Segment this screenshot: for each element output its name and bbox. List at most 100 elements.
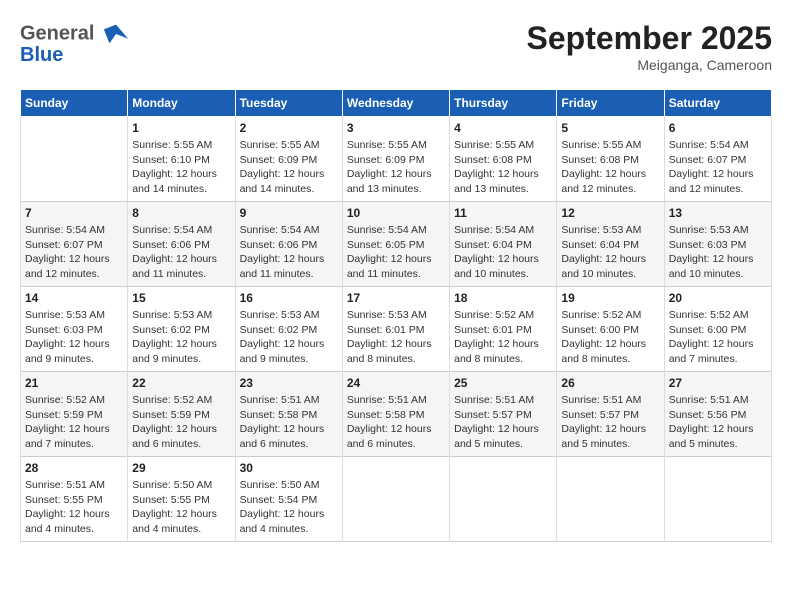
week-row-2: 7 Sunrise: 5:54 AM Sunset: 6:07 PM Daylig… [21, 202, 772, 287]
col-header-sunday: Sunday [21, 90, 128, 117]
day-info: Sunrise: 5:55 AM Sunset: 6:08 PM Dayligh… [454, 138, 552, 197]
week-row-1: 1 Sunrise: 5:55 AM Sunset: 6:10 PM Daylig… [21, 117, 772, 202]
calendar-cell: 7 Sunrise: 5:54 AM Sunset: 6:07 PM Daylig… [21, 202, 128, 287]
day-number: 24 [347, 376, 445, 390]
day-info: Sunrise: 5:51 AM Sunset: 5:58 PM Dayligh… [240, 393, 338, 452]
col-header-monday: Monday [128, 90, 235, 117]
day-number: 23 [240, 376, 338, 390]
calendar-cell: 1 Sunrise: 5:55 AM Sunset: 6:10 PM Daylig… [128, 117, 235, 202]
calendar-cell: 16Sunrise: 5:53 AM Sunset: 6:02 PM Dayli… [235, 287, 342, 372]
calendar-cell: 28 Sunrise: 5:51 AM Sunset: 5:55 PM Dayli… [21, 457, 128, 542]
calendar-cell: 23 Sunrise: 5:51 AM Sunset: 5:58 PM Dayli… [235, 372, 342, 457]
day-info: Sunrise: 5:52 AM Sunset: 6:00 PM Dayligh… [669, 308, 767, 367]
calendar-cell: 17Sunrise: 5:53 AM Sunset: 6:01 PM Dayli… [342, 287, 449, 372]
calendar-cell: 21 Sunrise: 5:52 AM Sunset: 5:59 PM Dayli… [21, 372, 128, 457]
day-info: Sunrise: 5:51 AM Sunset: 5:58 PM Dayligh… [347, 393, 445, 452]
day-number: 16 [240, 291, 338, 305]
day-number: 12 [561, 206, 659, 220]
day-number: 5 [561, 121, 659, 135]
location-subtitle: Meiganga, Cameroon [527, 57, 772, 73]
day-info: Sunrise: 5:52 AM Sunset: 6:00 PM Dayligh… [561, 308, 659, 367]
calendar-cell: 15Sunrise: 5:53 AM Sunset: 6:02 PM Dayli… [128, 287, 235, 372]
day-info: Sunrise: 5:53 AM Sunset: 6:03 PM Dayligh… [25, 308, 123, 367]
day-number: 18 [454, 291, 552, 305]
calendar-cell: 14 Sunrise: 5:53 AM Sunset: 6:03 PM Dayli… [21, 287, 128, 372]
day-info: Sunrise: 5:55 AM Sunset: 6:09 PM Dayligh… [240, 138, 338, 197]
day-info: Sunrise: 5:53 AM Sunset: 6:04 PM Dayligh… [561, 223, 659, 282]
month-title: September 2025 [527, 20, 772, 57]
logo-general: General [20, 22, 94, 44]
day-number: 4 [454, 121, 552, 135]
day-info: Sunrise: 5:51 AM Sunset: 5:57 PM Dayligh… [454, 393, 552, 452]
col-header-friday: Friday [557, 90, 664, 117]
day-info: Sunrise: 5:51 AM Sunset: 5:55 PM Dayligh… [25, 478, 123, 537]
calendar-cell: 5 Sunrise: 5:55 AM Sunset: 6:08 PM Daylig… [557, 117, 664, 202]
day-info: Sunrise: 5:51 AM Sunset: 5:56 PM Dayligh… [669, 393, 767, 452]
day-info: Sunrise: 5:55 AM Sunset: 6:09 PM Dayligh… [347, 138, 445, 197]
calendar-cell: 20 Sunrise: 5:52 AM Sunset: 6:00 PM Dayli… [664, 287, 771, 372]
calendar-cell: 29 Sunrise: 5:50 AM Sunset: 5:55 PM Dayli… [128, 457, 235, 542]
calendar-cell: 26Sunrise: 5:51 AM Sunset: 5:57 PM Dayli… [557, 372, 664, 457]
day-number: 10 [347, 206, 445, 220]
calendar-cell: 8 Sunrise: 5:54 AM Sunset: 6:06 PM Daylig… [128, 202, 235, 287]
calendar-cell: 10Sunrise: 5:54 AM Sunset: 6:05 PM Dayli… [342, 202, 449, 287]
day-info: Sunrise: 5:55 AM Sunset: 6:10 PM Dayligh… [132, 138, 230, 197]
day-number: 17 [347, 291, 445, 305]
calendar-cell: 19 Sunrise: 5:52 AM Sunset: 6:00 PM Dayli… [557, 287, 664, 372]
calendar-cell [21, 117, 128, 202]
day-number: 27 [669, 376, 767, 390]
day-info: Sunrise: 5:55 AM Sunset: 6:08 PM Dayligh… [561, 138, 659, 197]
day-number: 6 [669, 121, 767, 135]
col-header-tuesday: Tuesday [235, 90, 342, 117]
week-row-4: 21 Sunrise: 5:52 AM Sunset: 5:59 PM Dayli… [21, 372, 772, 457]
day-info: Sunrise: 5:50 AM Sunset: 5:54 PM Dayligh… [240, 478, 338, 537]
calendar-cell: 27 Sunrise: 5:51 AM Sunset: 5:56 PM Dayli… [664, 372, 771, 457]
calendar-cell: 30Sunrise: 5:50 AM Sunset: 5:54 PM Dayli… [235, 457, 342, 542]
week-row-3: 14 Sunrise: 5:53 AM Sunset: 6:03 PM Dayli… [21, 287, 772, 372]
day-info: Sunrise: 5:52 AM Sunset: 5:59 PM Dayligh… [132, 393, 230, 452]
calendar-cell [450, 457, 557, 542]
calendar-cell: 12 Sunrise: 5:53 AM Sunset: 6:04 PM Dayli… [557, 202, 664, 287]
page-header: General Blue September 2025 Meiganga, Ca… [20, 20, 772, 73]
day-number: 21 [25, 376, 123, 390]
day-number: 1 [132, 121, 230, 135]
day-info: Sunrise: 5:54 AM Sunset: 6:06 PM Dayligh… [132, 223, 230, 282]
day-number: 22 [132, 376, 230, 390]
calendar-cell: 24 Sunrise: 5:51 AM Sunset: 5:58 PM Dayli… [342, 372, 449, 457]
calendar-cell [557, 457, 664, 542]
day-info: Sunrise: 5:50 AM Sunset: 5:55 PM Dayligh… [132, 478, 230, 537]
calendar-table: SundayMondayTuesdayWednesdayThursdayFrid… [20, 89, 772, 542]
calendar-cell: 22 Sunrise: 5:52 AM Sunset: 5:59 PM Dayli… [128, 372, 235, 457]
logo-text: General Blue [20, 20, 130, 67]
day-number: 14 [25, 291, 123, 305]
day-number: 19 [561, 291, 659, 305]
day-number: 20 [669, 291, 767, 305]
day-info: Sunrise: 5:52 AM Sunset: 5:59 PM Dayligh… [25, 393, 123, 452]
col-header-thursday: Thursday [450, 90, 557, 117]
day-number: 7 [25, 206, 123, 220]
calendar-header-row: SundayMondayTuesdayWednesdayThursdayFrid… [21, 90, 772, 117]
logo-bird-icon [102, 20, 130, 48]
calendar-cell: 3Sunrise: 5:55 AM Sunset: 6:09 PM Daylig… [342, 117, 449, 202]
day-number: 9 [240, 206, 338, 220]
day-info: Sunrise: 5:54 AM Sunset: 6:04 PM Dayligh… [454, 223, 552, 282]
day-info: Sunrise: 5:54 AM Sunset: 6:07 PM Dayligh… [669, 138, 767, 197]
day-info: Sunrise: 5:54 AM Sunset: 6:07 PM Dayligh… [25, 223, 123, 282]
col-header-wednesday: Wednesday [342, 90, 449, 117]
calendar-cell [342, 457, 449, 542]
day-info: Sunrise: 5:53 AM Sunset: 6:02 PM Dayligh… [132, 308, 230, 367]
title-block: September 2025 Meiganga, Cameroon [527, 20, 772, 73]
week-row-5: 28 Sunrise: 5:51 AM Sunset: 5:55 PM Dayli… [21, 457, 772, 542]
calendar-cell: 13Sunrise: 5:53 AM Sunset: 6:03 PM Dayli… [664, 202, 771, 287]
day-number: 8 [132, 206, 230, 220]
day-number: 11 [454, 206, 552, 220]
day-number: 29 [132, 461, 230, 475]
day-info: Sunrise: 5:53 AM Sunset: 6:03 PM Dayligh… [669, 223, 767, 282]
calendar-cell: 9Sunrise: 5:54 AM Sunset: 6:06 PM Daylig… [235, 202, 342, 287]
logo: General Blue [20, 20, 130, 67]
day-number: 25 [454, 376, 552, 390]
day-number: 2 [240, 121, 338, 135]
col-header-saturday: Saturday [664, 90, 771, 117]
day-number: 26 [561, 376, 659, 390]
day-number: 28 [25, 461, 123, 475]
